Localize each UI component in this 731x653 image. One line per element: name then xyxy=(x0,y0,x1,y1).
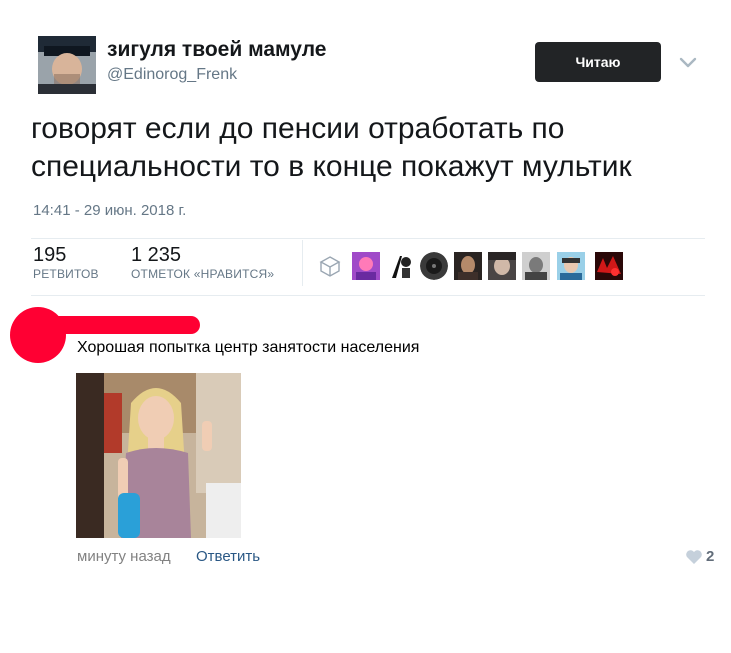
tweet-timestamp[interactable]: 14:41 - 29 июн. 2018 г. xyxy=(33,202,186,219)
following-button[interactable]: Читаю xyxy=(535,42,661,82)
liker-avatar[interactable] xyxy=(352,252,380,280)
box-icon xyxy=(318,254,342,278)
comment-time: минуту назад xyxy=(77,548,171,565)
retweets-label: РЕТВИТОВ xyxy=(33,267,99,281)
comment-like-count[interactable]: 2 xyxy=(706,548,714,565)
tweet-text: говорят если до пенсии отработать по спе… xyxy=(31,112,632,183)
chevron-down-icon[interactable] xyxy=(676,50,700,74)
author-handle[interactable]: @Edinorog_Frenk xyxy=(107,66,237,84)
liker-avatar[interactable] xyxy=(595,252,623,280)
retweets-stat[interactable]: 195 РЕТВИТОВ xyxy=(33,244,99,281)
liker-avatar[interactable] xyxy=(386,252,414,280)
divider-bottom xyxy=(31,295,705,296)
liker-avatar[interactable] xyxy=(557,252,585,280)
comment-text: Хорошая попытка центр занятости населени… xyxy=(77,339,420,356)
liker-avatar[interactable] xyxy=(522,252,550,280)
liker-avatar[interactable] xyxy=(488,252,516,280)
reply-link[interactable]: Ответить xyxy=(196,548,260,565)
divider-top xyxy=(31,238,705,239)
author-avatar[interactable] xyxy=(38,36,96,94)
comment-photo[interactable] xyxy=(76,373,241,538)
author-display-name[interactable]: зигуля твоей мамуле xyxy=(107,38,326,62)
heart-icon[interactable] xyxy=(685,549,703,565)
likes-count: 1 235 xyxy=(131,244,182,266)
liker-avatar[interactable] xyxy=(454,252,482,280)
liker-avatar[interactable] xyxy=(420,252,448,280)
likes-stat[interactable]: 1 235 ОТМЕТОК «НРАВИТСЯ» xyxy=(131,244,274,281)
stats-divider xyxy=(302,240,303,286)
redaction-avatar-mark xyxy=(10,307,66,363)
likes-label: ОТМЕТОК «НРАВИТСЯ» xyxy=(131,267,275,281)
retweets-count: 195 xyxy=(33,244,67,266)
